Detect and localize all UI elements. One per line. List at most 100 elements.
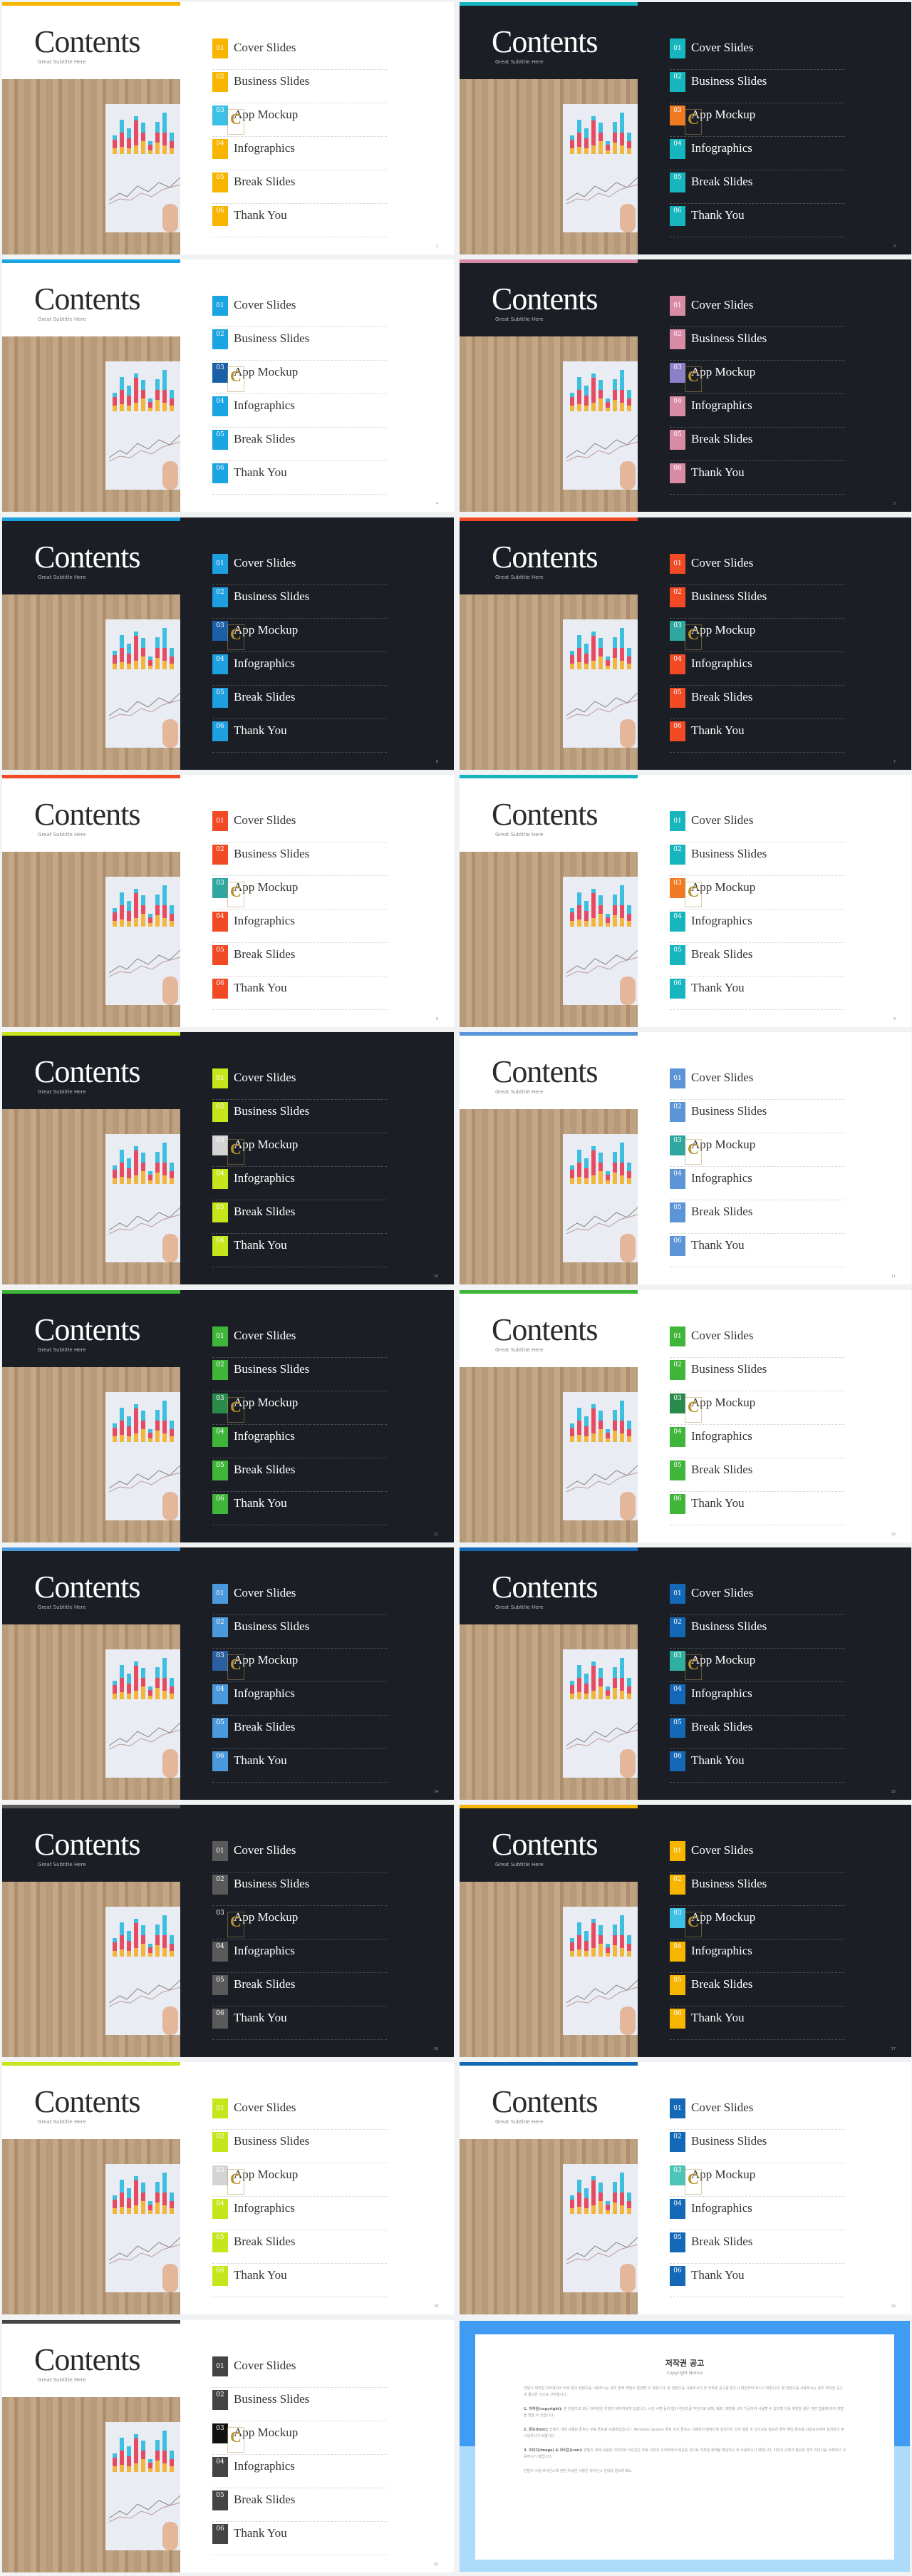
toc-item[interactable]: 01 Cover Slides	[670, 1066, 844, 1101]
contents-slide[interactable]: Contents Great Subtitle Here 01 Cover Sl…	[2, 1032, 454, 1285]
toc-item[interactable]: 05 Break Slides	[670, 1716, 844, 1749]
toc-item[interactable]: 01 Cover Slides	[670, 36, 844, 70]
toc-item[interactable]: 01 Cover Slides	[670, 1324, 844, 1358]
toc-item[interactable]: 05 Break Slides	[212, 2230, 387, 2265]
toc-item[interactable]: 04 Infographics	[212, 1167, 387, 1201]
toc-item[interactable]: 02 Business Slides	[670, 1872, 844, 1907]
toc-item[interactable]: 04 Infographics	[212, 1425, 387, 1458]
toc-item[interactable]: 01 Cover Slides	[670, 2096, 844, 2131]
toc-item[interactable]: 01 Cover Slides	[212, 1839, 387, 1873]
toc-item[interactable]: 06 Thank You	[670, 2264, 844, 2298]
toc-item[interactable]: 06 Thank You	[670, 719, 844, 753]
toc-item[interactable]: 04 Infographics	[212, 652, 387, 686]
toc-item[interactable]: 05 Break Slides	[212, 428, 387, 462]
toc-item[interactable]: 02 Business Slides	[670, 1615, 844, 1649]
toc-item[interactable]: 04 Infographics	[212, 1939, 387, 1974]
contents-slide[interactable]: Contents Great Subtitle Here 01 Cover Sl…	[460, 2, 911, 254]
toc-item[interactable]: 04 Infographics	[670, 1425, 844, 1458]
toc-item[interactable]: 05 Break Slides	[670, 686, 844, 719]
toc-item[interactable]: 02 Business Slides	[670, 2130, 844, 2164]
toc-item[interactable]: 01 Cover Slides	[212, 1066, 387, 1101]
toc-item[interactable]: 06 Thank You	[212, 1234, 387, 1268]
contents-slide[interactable]: Contents Great Subtitle Here 01 Cover Sl…	[460, 2062, 911, 2315]
toc-item[interactable]: 06 Thank You	[670, 1749, 844, 1783]
toc-item[interactable]: 06 Thank You	[212, 2522, 387, 2555]
contents-slide[interactable]: Contents Great Subtitle Here 01 Cover Sl…	[2, 2319, 454, 2572]
toc-item[interactable]: 05 Break Slides	[670, 428, 844, 462]
toc-item[interactable]: 02 Business Slides	[670, 1358, 844, 1391]
contents-slide[interactable]: Contents Great Subtitle Here 01 Cover Sl…	[2, 774, 454, 1027]
toc-item[interactable]: 01 Cover Slides	[212, 809, 387, 843]
toc-item[interactable]: 01 Cover Slides	[670, 552, 844, 585]
toc-item[interactable]: 01 Cover Slides	[212, 1324, 387, 1358]
contents-slide[interactable]: Contents Great Subtitle Here 01 Cover Sl…	[460, 774, 911, 1027]
toc-item[interactable]: 04 Infographics	[212, 394, 387, 428]
toc-item[interactable]: 01 Cover Slides	[670, 809, 844, 843]
toc-item[interactable]: 02 Business Slides	[212, 1358, 387, 1391]
toc-item[interactable]: 05 Break Slides	[212, 170, 387, 204]
contents-slide[interactable]: Contents Great Subtitle Here 01 Cover Sl…	[2, 2, 454, 254]
toc-item[interactable]: 06 Thank You	[670, 204, 844, 237]
toc-item[interactable]: 06 Thank You	[212, 461, 387, 495]
toc-item[interactable]: 02 Business Slides	[212, 843, 387, 876]
toc-item[interactable]: 04 Infographics	[212, 2455, 387, 2488]
contents-slide[interactable]: Contents Great Subtitle Here 01 Cover Sl…	[2, 517, 454, 770]
toc-item[interactable]: 05 Break Slides	[212, 1973, 387, 2007]
toc-item[interactable]: 01 Cover Slides	[670, 294, 844, 328]
toc-item[interactable]: 05 Break Slides	[212, 1716, 387, 1749]
toc-item[interactable]: 06 Thank You	[212, 719, 387, 753]
toc-item[interactable]: 04 Infographics	[670, 137, 844, 170]
contents-slide[interactable]: Contents Great Subtitle Here 01 Cover Sl…	[2, 1547, 454, 1800]
toc-item[interactable]: 02 Business Slides	[670, 327, 844, 361]
toc-item[interactable]: 06 Thank You	[212, 204, 387, 237]
toc-item[interactable]: 04 Infographics	[670, 1939, 844, 1974]
toc-item[interactable]: 05 Break Slides	[670, 170, 844, 204]
contents-slide[interactable]: Contents Great Subtitle Here 01 Cover Sl…	[2, 1289, 454, 1542]
toc-item[interactable]: 01 Cover Slides	[212, 36, 387, 70]
toc-item[interactable]: 02 Business Slides	[212, 1872, 387, 1907]
toc-item[interactable]: 06 Thank You	[212, 1749, 387, 1783]
toc-item[interactable]: 02 Business Slides	[212, 585, 387, 619]
toc-item[interactable]: 04 Infographics	[670, 2197, 844, 2231]
toc-item[interactable]: 05 Break Slides	[212, 686, 387, 719]
toc-item[interactable]: 02 Business Slides	[212, 2388, 387, 2421]
toc-item[interactable]: 01 Cover Slides	[212, 552, 387, 585]
toc-item[interactable]: 04 Infographics	[212, 1682, 387, 1716]
toc-item[interactable]: 06 Thank You	[670, 977, 844, 1010]
contents-slide[interactable]: Contents Great Subtitle Here 01 Cover Sl…	[2, 2062, 454, 2315]
toc-item[interactable]: 05 Break Slides	[212, 2488, 387, 2522]
toc-item[interactable]: 02 Business Slides	[670, 70, 844, 103]
toc-item[interactable]: 01 Cover Slides	[670, 1839, 844, 1873]
contents-slide[interactable]: Contents Great Subtitle Here 01 Cover Sl…	[460, 1805, 911, 2058]
toc-item[interactable]: 06 Thank You	[670, 1492, 844, 1525]
contents-slide[interactable]: Contents Great Subtitle Here 01 Cover Sl…	[2, 259, 454, 512]
toc-item[interactable]: 04 Infographics	[212, 137, 387, 170]
toc-item[interactable]: 02 Business Slides	[670, 585, 844, 619]
toc-item[interactable]: 05 Break Slides	[212, 943, 387, 977]
contents-slide[interactable]: Contents Great Subtitle Here 01 Cover Sl…	[460, 1547, 911, 1800]
toc-item[interactable]: 05 Break Slides	[212, 1458, 387, 1492]
toc-item[interactable]: 06 Thank You	[212, 2006, 387, 2041]
toc-item[interactable]: 04 Infographics	[670, 652, 844, 686]
toc-item[interactable]: 01 Cover Slides	[670, 1582, 844, 1615]
toc-item[interactable]: 06 Thank You	[670, 2006, 844, 2041]
toc-item[interactable]: 04 Infographics	[212, 2197, 387, 2231]
toc-item[interactable]: 06 Thank You	[670, 1234, 844, 1268]
toc-item[interactable]: 02 Business Slides	[212, 1615, 387, 1649]
toc-item[interactable]: 01 Cover Slides	[212, 294, 387, 328]
toc-item[interactable]: 06 Thank You	[212, 1492, 387, 1525]
contents-slide[interactable]: Contents Great Subtitle Here 01 Cover Sl…	[460, 259, 911, 512]
toc-item[interactable]: 02 Business Slides	[212, 70, 387, 103]
contents-slide[interactable]: Contents Great Subtitle Here 01 Cover Sl…	[460, 517, 911, 770]
toc-item[interactable]: 02 Business Slides	[670, 843, 844, 876]
toc-item[interactable]: 01 Cover Slides	[212, 2354, 387, 2388]
toc-item[interactable]: 02 Business Slides	[212, 1100, 387, 1134]
toc-item[interactable]: 04 Infographics	[670, 394, 844, 428]
toc-item[interactable]: 05 Break Slides	[670, 943, 844, 977]
toc-item[interactable]: 01 Cover Slides	[212, 2096, 387, 2131]
toc-item[interactable]: 04 Infographics	[212, 910, 387, 943]
toc-item[interactable]: 06 Thank You	[212, 977, 387, 1010]
toc-item[interactable]: 02 Business Slides	[212, 327, 387, 361]
toc-item[interactable]: 06 Thank You	[212, 2264, 387, 2298]
toc-item[interactable]: 05 Break Slides	[212, 1200, 387, 1235]
